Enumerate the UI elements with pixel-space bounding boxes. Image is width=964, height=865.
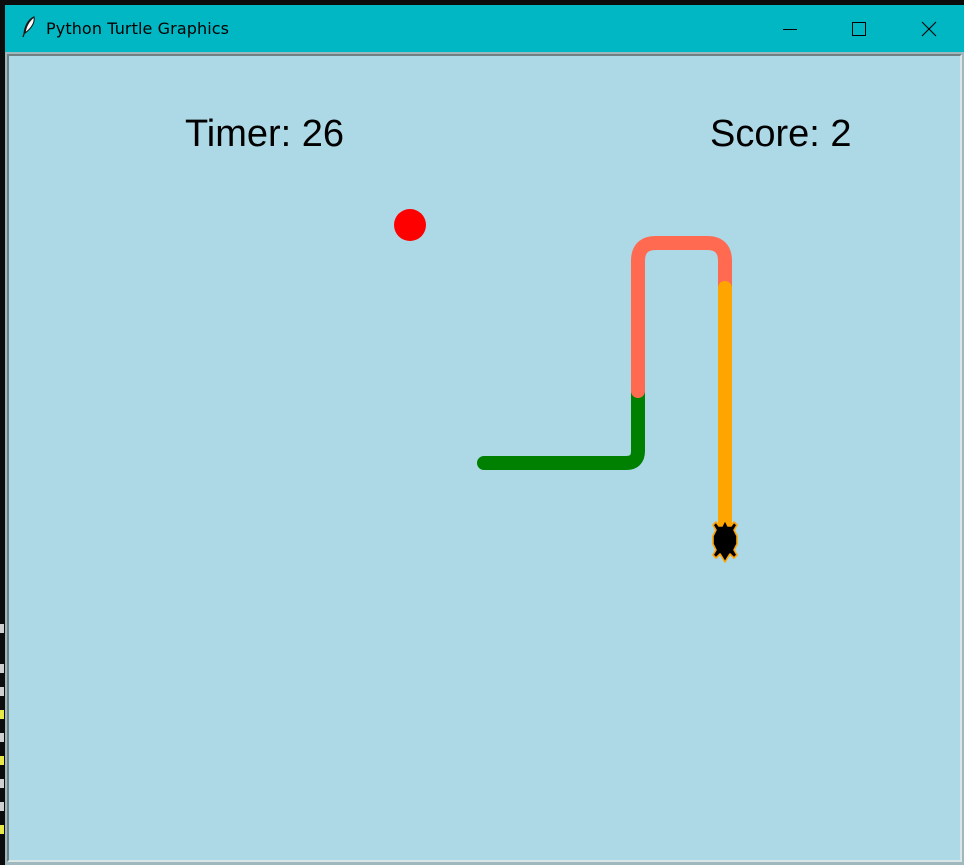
background-terminal-edge (0, 600, 5, 860)
food-dot (394, 209, 426, 241)
minimize-button[interactable] (755, 5, 825, 52)
close-icon (921, 21, 937, 37)
terminal-glyph (0, 779, 4, 788)
maximize-button[interactable] (824, 5, 894, 52)
trail-segment-green (477, 384, 645, 470)
timer-display: Timer: 26 (185, 113, 344, 155)
close-button[interactable] (894, 5, 964, 52)
terminal-glyph (0, 733, 4, 742)
turtle-canvas[interactable]: Timer: 26 Score: 2 (7, 54, 962, 862)
terminal-glyph (0, 825, 4, 834)
maximize-icon (852, 22, 866, 36)
window-client-area: Timer: 26 Score: 2 (5, 52, 964, 865)
minimize-icon (783, 29, 797, 30)
title-bar[interactable]: Python Turtle Graphics (5, 5, 964, 52)
turtle-window: Python Turtle Graphics Timer: 26 Score: … (5, 5, 964, 865)
window-title: Python Turtle Graphics (46, 19, 230, 38)
game-scene: Timer: 26 Score: 2 (185, 113, 852, 563)
trail-segment-salmon (631, 236, 732, 398)
terminal-glyph (0, 687, 4, 696)
terminal-glyph (0, 710, 4, 719)
terminal-glyph (0, 802, 4, 811)
terminal-glyph (0, 624, 4, 633)
turtle-icon (712, 519, 738, 563)
terminal-glyph (0, 664, 4, 673)
terminal-glyph (0, 756, 4, 765)
feather-icon (22, 16, 35, 38)
score-display: Score: 2 (710, 113, 852, 155)
